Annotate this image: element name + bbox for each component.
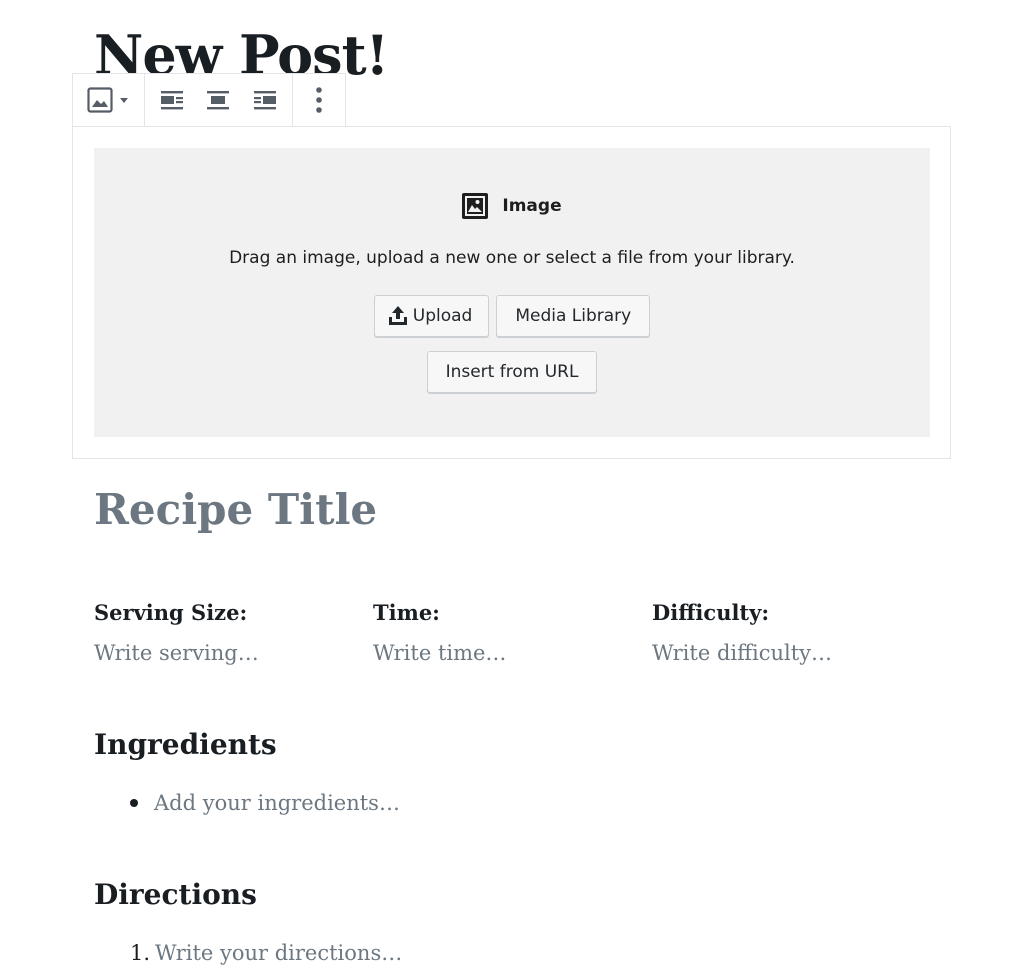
serving-size-column: Serving Size: Write serving…	[94, 598, 354, 668]
placeholder-title: Image	[502, 196, 562, 216]
bullet-icon	[130, 799, 138, 807]
directions-heading[interactable]: Directions	[94, 876, 257, 914]
dropdown-caret-icon	[119, 98, 128, 103]
directions-list-item[interactable]: 1. Write your directions…	[130, 938, 402, 968]
difficulty-input[interactable]: Write difficulty…	[652, 638, 912, 668]
list-number: 1.	[130, 941, 151, 965]
align-center-button[interactable]	[206, 82, 230, 118]
image-icon	[462, 193, 489, 219]
difficulty-heading: Difficulty:	[652, 600, 770, 625]
serving-size-input[interactable]: Write serving…	[94, 638, 354, 668]
media-library-button[interactable]: Media Library	[496, 295, 651, 337]
block-switcher-group	[73, 74, 145, 126]
ingredients-list-item[interactable]: Add your ingredients…	[130, 788, 400, 818]
align-center-icon	[207, 91, 230, 110]
upload-icon	[388, 306, 407, 325]
align-left-icon	[161, 91, 184, 110]
more-options-group	[293, 74, 345, 126]
image-placeholder[interactable]: Image Drag an image, upload a new one or…	[94, 148, 930, 437]
placeholder-instructions: Drag an image, upload a new one or selec…	[229, 248, 795, 268]
serving-size-heading: Serving Size:	[94, 600, 248, 625]
placeholder-url-row: Insert from URL	[94, 351, 930, 393]
align-left-button[interactable]	[160, 82, 184, 118]
upload-button-label: Upload	[412, 306, 473, 326]
time-heading: Time:	[373, 600, 440, 625]
upload-button[interactable]: Upload	[373, 295, 490, 337]
placeholder-label: Image	[94, 193, 930, 219]
insert-from-url-button[interactable]: Insert from URL	[426, 351, 598, 393]
more-options-icon	[316, 87, 322, 113]
recipe-title-input[interactable]: Recipe Title	[94, 485, 377, 534]
block-toolbar	[72, 73, 346, 127]
align-right-icon	[253, 91, 276, 110]
difficulty-column: Difficulty: Write difficulty…	[652, 598, 912, 668]
ingredients-input[interactable]: Add your ingredients…	[154, 788, 400, 818]
block-switcher-button[interactable]	[86, 82, 131, 118]
ingredients-heading[interactable]: Ingredients	[94, 726, 277, 764]
align-right-button[interactable]	[253, 82, 277, 118]
directions-input[interactable]: Write your directions…	[155, 938, 402, 968]
placeholder-buttons: Upload Media Library	[94, 295, 930, 337]
more-options-button[interactable]	[315, 82, 323, 118]
image-block[interactable]: Image Drag an image, upload a new one or…	[72, 126, 951, 459]
time-column: Time: Write time…	[373, 598, 633, 668]
image-icon	[86, 87, 113, 113]
alignment-group	[145, 74, 293, 126]
time-input[interactable]: Write time…	[373, 638, 633, 668]
